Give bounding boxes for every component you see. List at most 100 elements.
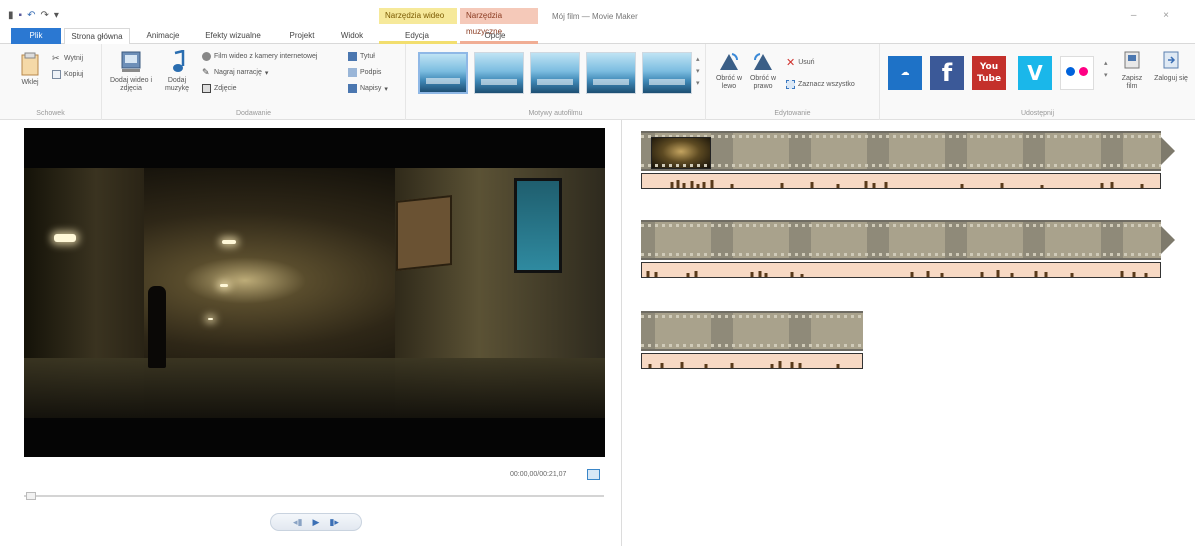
flickr-icon[interactable] (1060, 56, 1094, 90)
theme-thumbnail-1[interactable] (418, 52, 468, 94)
tab-visual-effects[interactable]: Efekty wizualne (196, 28, 270, 44)
previous-frame-icon[interactable]: ◂▮ (293, 517, 302, 528)
snapshot-label: Zdjęcie (214, 85, 237, 92)
rotate-right-label: Obróć w prawo (749, 75, 777, 90)
video-clip[interactable] (641, 131, 1161, 171)
video-preview[interactable] (24, 128, 605, 457)
timecode-display: 00:00,00/00:21,07 (510, 471, 567, 478)
add-video-photos-button[interactable]: Dodaj wideo i zdjęcia (106, 50, 156, 93)
clip-continues-icon (1161, 137, 1175, 165)
next-frame-icon[interactable]: ▮▸ (329, 517, 338, 528)
window-title: Mój film — Movie Maker (552, 12, 638, 21)
facebook-icon[interactable]: f (930, 56, 964, 90)
storyboard-row-3 (641, 311, 865, 371)
corridor-floor (24, 358, 605, 418)
rotate-left-label: Obróć w lewo (715, 75, 743, 90)
app-menu-icon[interactable]: ▮ (8, 10, 14, 21)
paste-button[interactable]: Wklej (16, 52, 44, 87)
cut-label: Wytnij (64, 55, 83, 62)
group-themes: ▴ ▾ ▾ Motywy autofilmu (406, 44, 706, 120)
record-narration-label: Nagraj narrację (214, 69, 262, 76)
context-tab-music-tools: Narzędzia muzyczne (460, 8, 538, 36)
remove-label: Usuń (798, 59, 815, 66)
audio-track[interactable] (641, 262, 1161, 278)
save-movie-icon (1124, 51, 1140, 69)
caption-button[interactable]: Podpis (348, 68, 381, 77)
close-icon: ✕ (786, 57, 796, 69)
select-all-button[interactable]: Zaznacz wszystko (786, 80, 855, 89)
remove-button[interactable]: ✕ Usuń (786, 56, 815, 69)
seek-thumb[interactable] (26, 492, 36, 500)
group-label-editing: Edytowanie (774, 110, 811, 117)
title-bar: ▮ ▪ ↶ ↷ ▾ Narzędzia wideo Narzędzia muzy… (0, 0, 1195, 36)
video-clip[interactable] (641, 311, 863, 351)
group-editing: Obróć w lewo Obróć w prawo ✕ Usuń Zaznac… (706, 44, 880, 120)
paste-icon (21, 52, 39, 76)
theme-thumbnail-5[interactable] (642, 52, 692, 94)
record-narration-button[interactable]: ✎ Nagraj narrację ▾ (202, 68, 268, 77)
title-button[interactable]: Tytuł (348, 52, 375, 61)
video-clip[interactable] (641, 220, 1161, 260)
tab-file[interactable]: Plik (11, 28, 61, 44)
caption-icon (348, 68, 357, 77)
webcam-video-button[interactable]: Film wideo z kamery internetowej (202, 52, 317, 61)
share-scroll[interactable]: ▴ ▾ (1104, 58, 1108, 82)
customize-qat-icon[interactable]: ▾ (54, 10, 59, 21)
save-movie-button[interactable]: Zapisz film (1116, 50, 1148, 91)
cut-button[interactable]: ✂ Wytnij (52, 54, 83, 63)
save-icon[interactable]: ▪ (19, 10, 23, 21)
group-clipboard: Wklej ✂ Wytnij Kopiuj Schowek (0, 44, 102, 120)
tab-home[interactable]: Strona główna (64, 28, 130, 45)
tab-view[interactable]: Widok (332, 28, 372, 44)
vimeo-icon[interactable]: V (1018, 56, 1052, 90)
wall-lamp (54, 234, 76, 242)
playback-controls: ◂▮ ▶ ▮▸ (270, 513, 362, 531)
audio-waveform (648, 361, 840, 368)
play-icon[interactable]: ▶ (313, 517, 320, 528)
film-photo-icon (121, 51, 141, 72)
ribbon: Wklej ✂ Wytnij Kopiuj Schowek Dodaj wide… (0, 44, 1195, 120)
theme-thumbnail-4[interactable] (586, 52, 636, 94)
save-movie-label: Zapisz film (1121, 75, 1143, 90)
theme-thumbnail-3[interactable] (530, 52, 580, 94)
pane-splitter[interactable] (621, 120, 622, 546)
preview-frame (24, 168, 605, 418)
add-music-button[interactable]: Dodaj muzykę (158, 50, 196, 93)
title-label: Tytuł (360, 53, 375, 60)
window-controls[interactable]: – × (1131, 10, 1181, 21)
rotate-left-icon (720, 53, 739, 70)
storyboard-row-1 (641, 131, 1177, 191)
audio-track[interactable] (641, 173, 1161, 189)
ceiling-lamp (220, 284, 228, 287)
audio-track[interactable] (641, 353, 863, 369)
chevron-down-icon: ▾ (264, 69, 269, 77)
undo-icon[interactable]: ↶ (27, 10, 35, 21)
theme-thumbnail-2[interactable] (474, 52, 524, 94)
fullscreen-icon[interactable] (587, 469, 600, 480)
rotate-right-button[interactable]: Obróć w prawo (748, 50, 778, 91)
snapshot-button[interactable]: Zdjęcie (202, 84, 237, 93)
rotate-left-button[interactable]: Obróć w lewo (714, 50, 744, 91)
redo-icon[interactable]: ↷ (40, 10, 48, 21)
storyboard-row-2 (641, 220, 1177, 280)
paste-label: Wklej (21, 79, 39, 86)
gallery-scroll[interactable]: ▴ ▾ ▾ (696, 54, 700, 90)
notice-board (396, 195, 452, 271)
youtube-icon[interactable]: You Tube (972, 56, 1006, 90)
group-label-add: Dodawanie (235, 110, 272, 117)
tab-project[interactable]: Projekt (280, 28, 324, 44)
chevron-down-icon: ▾ (384, 85, 388, 93)
select-all-label: Zaznacz wszystko (798, 81, 855, 88)
audio-waveform (646, 270, 1148, 277)
copy-button[interactable]: Kopiuj (52, 70, 83, 79)
credits-button[interactable]: Napisy ▾ (348, 84, 388, 93)
ceiling-lamp (208, 318, 213, 320)
tab-animations[interactable]: Animacje (140, 28, 186, 44)
selected-clip-frame[interactable] (651, 137, 711, 169)
title-icon (348, 52, 357, 61)
seek-bar[interactable] (24, 495, 604, 497)
audio-waveform (670, 180, 1144, 188)
webcam-icon (202, 52, 211, 61)
onedrive-icon[interactable]: ☁ (888, 56, 922, 90)
sign-in-button[interactable]: Zaloguj się (1154, 50, 1188, 83)
